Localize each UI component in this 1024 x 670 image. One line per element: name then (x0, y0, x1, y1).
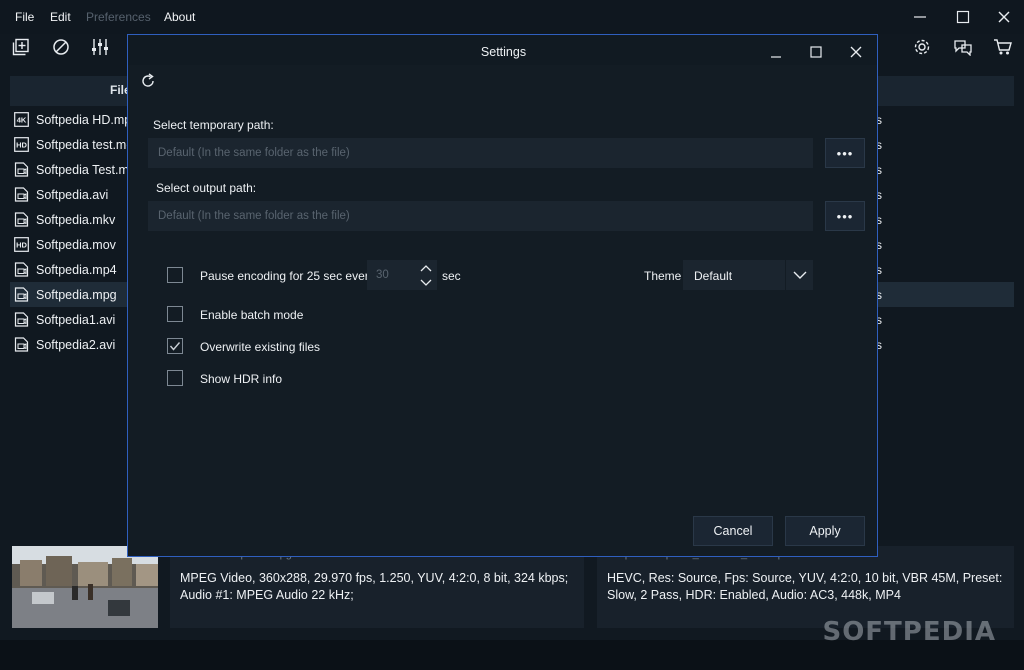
file-name: Softpedia.avi (36, 188, 109, 202)
pause-unit-label: sec (442, 269, 461, 283)
video-thumbnail (12, 546, 158, 628)
menu-about[interactable]: About (164, 10, 195, 24)
file-name: Softpedia Test.mp (36, 163, 136, 177)
gear-icon[interactable] (912, 37, 932, 57)
temp-path-input[interactable]: Default (In the same folder as the file) (148, 138, 813, 168)
menu-edit[interactable]: Edit (50, 10, 71, 24)
output-path-input[interactable]: Default (In the same folder as the file) (148, 201, 813, 231)
chevron-down-icon[interactable] (785, 260, 813, 290)
overwrite-label: Overwrite existing files (200, 340, 321, 354)
more-icon: ••• (836, 208, 854, 224)
video-file-icon (14, 312, 29, 327)
menu-bar (0, 0, 1024, 34)
hdr-info-label: Show HDR info (200, 372, 283, 386)
video-file-icon (14, 162, 29, 177)
batch-mode-checkbox[interactable] (167, 306, 183, 322)
settings-dialog: Settings Select temporary path: Default … (127, 34, 878, 557)
refresh-icon[interactable] (140, 73, 156, 89)
video-file-icon (14, 212, 29, 227)
temp-path-browse-button[interactable]: ••• (825, 138, 865, 168)
pause-encoding-label: Pause encoding for 25 sec every (200, 269, 375, 283)
apply-button[interactable]: Apply (785, 516, 865, 546)
badge-4k-icon: 4K (14, 112, 29, 127)
add-files-icon[interactable] (11, 37, 31, 57)
dialog-maximize-icon[interactable] (805, 43, 827, 61)
theme-label: Theme (644, 269, 682, 283)
badge-hd-icon: HD (14, 137, 29, 152)
chat-icon[interactable] (953, 37, 973, 57)
cancel-circle-icon[interactable] (51, 37, 71, 57)
stepper-up-icon[interactable] (420, 264, 432, 272)
file-name: Softpedia1.avi (36, 313, 116, 327)
more-icon: ••• (836, 145, 854, 161)
cart-icon[interactable] (993, 37, 1013, 57)
stepper-arrows[interactable] (415, 260, 437, 290)
theme-value: Default (694, 269, 733, 283)
file-name: Softpedia.mkv (36, 213, 116, 227)
output-details: HEVC, Res: Source, Fps: Source, YUV, 4:2… (607, 571, 1003, 602)
file-name: Softpedia2.avi (36, 338, 116, 352)
badge-hd-icon: HD (14, 237, 29, 252)
file-name: Softpedia HD.mp (36, 113, 132, 127)
video-file-icon (14, 187, 29, 202)
maximize-icon[interactable] (951, 6, 975, 28)
pause-interval-value: 30 (376, 269, 389, 281)
menu-file[interactable]: File (15, 10, 34, 24)
hdr-info-checkbox[interactable] (167, 370, 183, 386)
close-icon[interactable] (992, 6, 1016, 28)
output-path-label: Select output path: (156, 181, 257, 195)
batch-mode-label: Enable batch mode (200, 308, 304, 322)
minimize-icon[interactable] (908, 6, 932, 28)
sliders-icon[interactable] (90, 37, 110, 57)
dialog-minimize-icon[interactable] (765, 43, 787, 61)
cancel-button[interactable]: Cancel (693, 516, 773, 546)
settings-body: Select temporary path: Default (In the s… (128, 65, 877, 556)
svg-text:HD: HD (16, 141, 27, 150)
theme-select[interactable]: Default (683, 260, 813, 290)
svg-text:4K: 4K (17, 116, 27, 125)
stepper-down-icon[interactable] (420, 279, 432, 287)
output-path-browse-button[interactable]: ••• (825, 201, 865, 231)
svg-text:HD: HD (16, 241, 27, 250)
dialog-close-icon[interactable] (845, 43, 867, 61)
video-file-icon (14, 262, 29, 277)
file-name: Softpedia.mpg (36, 288, 117, 302)
watermark-logo: SOFTPEDIA (822, 617, 996, 647)
overwrite-checkbox[interactable] (167, 338, 183, 354)
temp-path-label: Select temporary path: (153, 118, 274, 132)
video-file-icon (14, 287, 29, 302)
video-file-icon (14, 337, 29, 352)
pause-interval-stepper[interactable]: 30 (367, 260, 437, 290)
file-name: Softpedia.mp4 (36, 263, 117, 277)
file-name: Softpedia test.mc (36, 138, 133, 152)
check-icon (169, 342, 181, 351)
source-details: MPEG Video, 360x288, 29.970 fps, 1.250, … (180, 571, 569, 602)
menu-preferences[interactable]: Preferences (86, 10, 151, 24)
file-name: Softpedia.mov (36, 238, 116, 252)
pause-encoding-checkbox[interactable] (167, 267, 183, 283)
